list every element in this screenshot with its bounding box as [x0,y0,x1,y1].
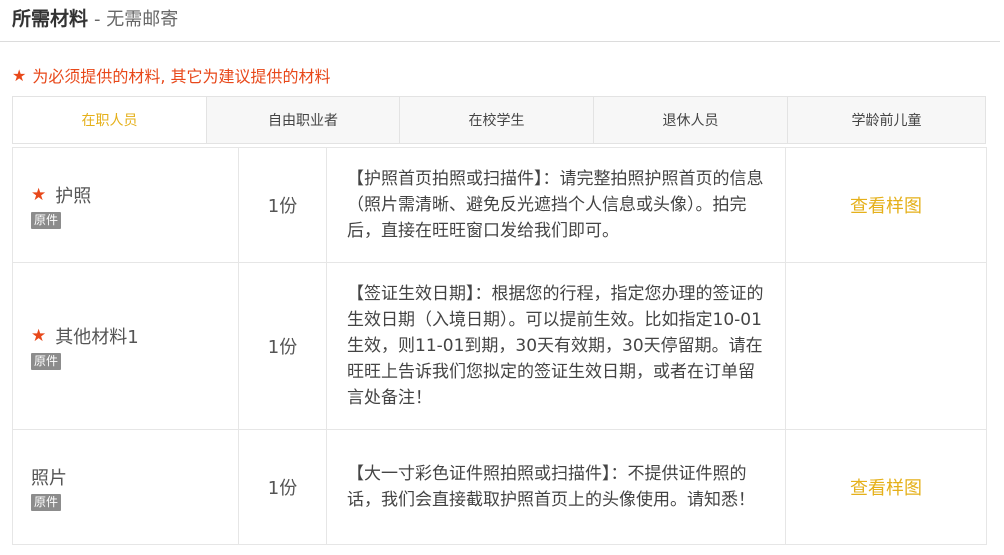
materials-table: ★ 护照 原件 1份 【护照首页拍照或扫描件】：请完整拍照护照首页的信息（照片需… [12,147,987,545]
material-name-cell: ★ 护照 原件 [12,147,239,263]
header-divider [0,41,1000,42]
material-description: 【签证生效日期】：根据您的行程，指定您办理的签证的生效日期（入境日期）。可以提前… [326,262,786,430]
sample-cell-empty [785,262,987,430]
tab-employed[interactable]: 在职人员 [13,97,207,143]
material-name: 照片 [31,467,67,489]
original-badge: 原件 [31,352,62,370]
view-sample-link[interactable]: 查看样图 [785,429,987,545]
material-quantity: 1份 [238,262,327,430]
material-description: 【大一寸彩色证件照拍照或扫描件】：不提供证件照的话，我们会直接截取护照首页上的头… [326,429,786,545]
applicant-type-tabs: 在职人员 自由职业者 在校学生 退休人员 学龄前儿童 [12,96,986,144]
section-subtitle: - 无需邮寄 [94,9,179,30]
table-row: 照片 原件 1份 【大一寸彩色证件照拍照或扫描件】：不提供证件照的话，我们会直接… [12,429,987,545]
section-header: 所需材料 - 无需邮寄 [12,4,178,34]
table-row: ★ 护照 原件 1份 【护照首页拍照或扫描件】：请完整拍照护照首页的信息（照片需… [12,147,987,263]
material-name-cell: 照片 原件 [12,429,239,545]
material-name: 其他材料1 [55,326,139,348]
table-row: ★ 其他材料1 原件 1份 【签证生效日期】：根据您的行程，指定您办理的签证的生… [12,262,987,430]
material-name-cell: ★ 其他材料1 原件 [12,262,239,430]
section-title: 所需材料 [12,8,89,30]
star-icon: ★ [12,65,27,85]
original-badge: 原件 [31,493,62,511]
view-sample-link[interactable]: 查看样图 [785,147,987,263]
original-badge: 原件 [31,211,62,229]
tab-student[interactable]: 在校学生 [400,97,594,143]
tab-retired[interactable]: 退休人员 [594,97,788,143]
material-description: 【护照首页拍照或扫描件】：请完整拍照护照首页的信息（照片需清晰、避免反光遮挡个人… [326,147,786,263]
material-name: 护照 [55,185,92,207]
required-star-icon: ★ [31,325,47,346]
material-quantity: 1份 [238,147,327,263]
tab-freelancer[interactable]: 自由职业者 [207,97,400,143]
required-star-icon: ★ [31,184,47,205]
tab-preschool-child[interactable]: 学龄前儿童 [788,97,985,143]
material-quantity: 1份 [238,429,327,545]
required-notice: ★ 为必须提供的材料, 其它为建议提供的材料 [12,63,331,87]
required-notice-text: 为必须提供的材料, 其它为建议提供的材料 [32,67,331,86]
